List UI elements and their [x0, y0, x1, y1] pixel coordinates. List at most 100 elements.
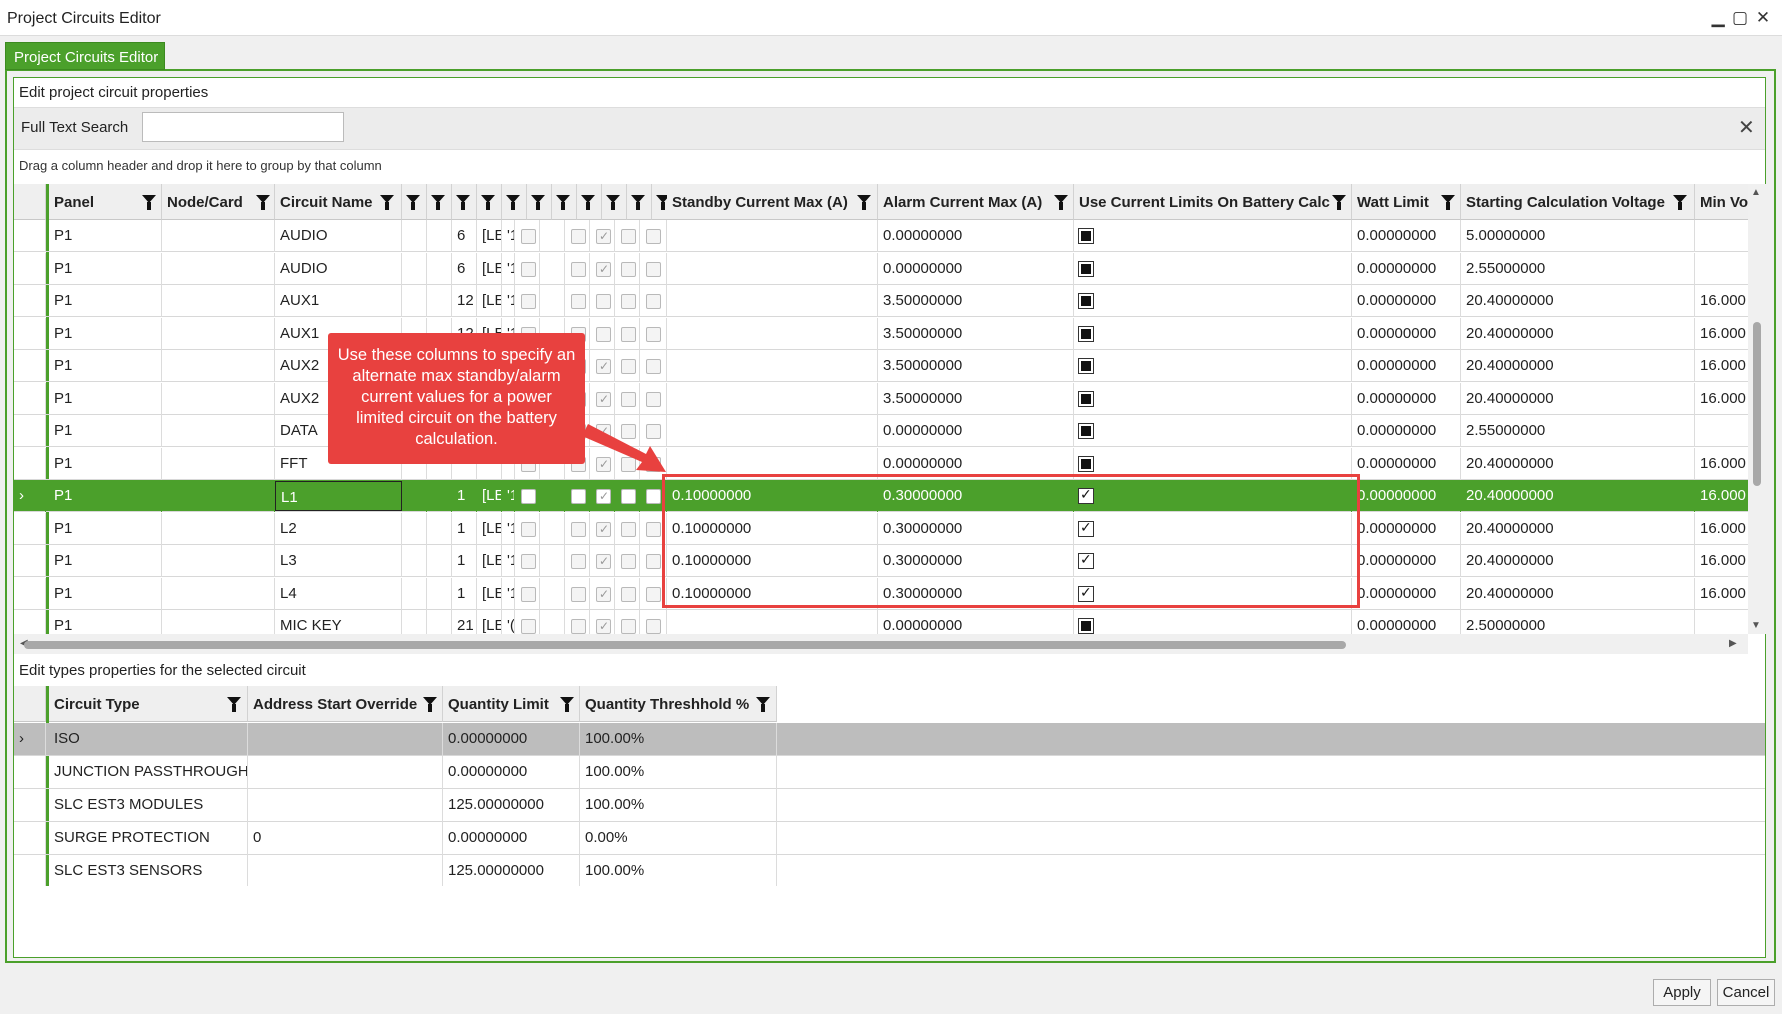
cell-min[interactable]: [1695, 253, 1748, 285]
indeterminate-checkbox[interactable]: [1078, 260, 1094, 277]
checkbox[interactable]: [571, 229, 586, 244]
cell-c2[interactable]: '1: [502, 220, 515, 252]
checkbox-cell[interactable]: [640, 220, 667, 252]
column-header-address-start[interactable]: Address Start Override: [248, 686, 443, 722]
circuit-type-row[interactable]: SLC EST3 MODULES 125.00000000 100.00%: [14, 789, 1765, 822]
checkbox-cell[interactable]: [515, 480, 540, 512]
filter-icon[interactable]: [606, 195, 620, 210]
cell[interactable]: [162, 447, 275, 480]
cell-addr[interactable]: [248, 855, 443, 886]
cell[interactable]: [162, 545, 275, 577]
cell[interactable]: [540, 577, 565, 610]
checkbox[interactable]: [646, 586, 661, 602]
cell-c2[interactable]: '1: [502, 512, 515, 545]
filter-icon[interactable]: [756, 697, 770, 712]
row-indicator[interactable]: ›: [14, 480, 46, 512]
indeterminate-checkbox[interactable]: [1078, 228, 1094, 244]
cell-type[interactable]: SLC EST3 SENSORS: [49, 855, 248, 886]
cell[interactable]: [427, 577, 452, 610]
circuit-row[interactable]: P1 AUX2 ✓ 3.50000000 0.00000000 20.40000000 16…: [14, 382, 1748, 415]
row-indicator[interactable]: [14, 415, 46, 447]
row-indicator[interactable]: [14, 545, 46, 577]
checkbox-cell[interactable]: [565, 285, 590, 317]
filter-icon[interactable]: [1441, 195, 1455, 210]
checkbox[interactable]: [521, 554, 536, 569]
cell-panel[interactable]: P1: [49, 220, 162, 252]
cell-c1[interactable]: [LE: [477, 545, 502, 577]
cell[interactable]: [540, 252, 565, 285]
cell-n[interactable]: 6: [452, 252, 477, 285]
column-header-node-card[interactable]: Node/Card: [162, 184, 275, 220]
filter-icon[interactable]: [142, 195, 156, 210]
checkbox-cell[interactable]: [515, 512, 540, 545]
row-indicator[interactable]: [14, 789, 46, 822]
checkbox-cell[interactable]: ✓: [590, 220, 615, 252]
checkbox[interactable]: ✓: [596, 391, 611, 407]
cell-min[interactable]: 16.000: [1695, 545, 1748, 577]
cell-alarm[interactable]: 3.50000000: [878, 317, 1074, 350]
cell-start[interactable]: 20.40000000: [1461, 317, 1695, 350]
cell-min[interactable]: 16.000: [1695, 383, 1748, 415]
circuit-row[interactable]: P1AUDIO6[LE'1✓0.000000000.000000005.0000…: [14, 220, 1748, 252]
filter-icon[interactable]: [560, 697, 574, 712]
checkbox[interactable]: [646, 294, 661, 309]
cell-qty[interactable]: 125.00000000: [443, 789, 580, 822]
cell-c1[interactable]: [LE: [477, 220, 502, 252]
cell[interactable]: [427, 610, 452, 634]
cell-panel[interactable]: P1: [49, 350, 162, 382]
checkbox-cell[interactable]: ✓: [590, 382, 615, 415]
checkbox-cell[interactable]: [515, 285, 540, 317]
checkbox[interactable]: [646, 489, 661, 504]
cell-panel[interactable]: P1: [49, 512, 162, 545]
column-header-hidden[interactable]: [577, 184, 602, 220]
filter-icon[interactable]: [456, 195, 470, 210]
cell-alarm[interactable]: 3.50000000: [878, 350, 1074, 382]
checkbox[interactable]: [571, 586, 586, 602]
cell-circuit[interactable]: AUX1: [275, 285, 402, 317]
row-indicator[interactable]: [14, 577, 46, 610]
cell-alarm[interactable]: 0.00000000: [878, 415, 1074, 447]
cell[interactable]: [402, 480, 427, 512]
maximize-button[interactable]: ▢: [1730, 8, 1750, 28]
cell-start[interactable]: 20.40000000: [1461, 447, 1695, 480]
column-header-standby-current[interactable]: Standby Current Max (A): [667, 184, 878, 220]
cell[interactable]: [162, 285, 275, 317]
cell-panel[interactable]: P1: [49, 415, 162, 447]
cell[interactable]: [540, 610, 565, 634]
checkbox[interactable]: [621, 554, 636, 569]
cell-panel[interactable]: P1: [49, 252, 162, 285]
use-current-limits-checkbox-cell[interactable]: [1074, 285, 1352, 317]
cell-circuit[interactable]: AUDIO: [275, 252, 402, 285]
row-indicator[interactable]: [14, 447, 46, 480]
checkbox-cell[interactable]: [615, 317, 640, 350]
tab-project-circuits-editor[interactable]: Project Circuits Editor: [5, 42, 165, 70]
cell-standby[interactable]: [667, 252, 878, 285]
cell[interactable]: [162, 220, 275, 252]
apply-button[interactable]: Apply: [1653, 979, 1711, 1006]
checkbox[interactable]: [646, 521, 661, 537]
cell-panel[interactable]: P1: [49, 577, 162, 610]
cell-c1[interactable]: [LE: [477, 252, 502, 285]
use-current-limits-checkbox-cell[interactable]: [1074, 382, 1352, 415]
cell-min[interactable]: 16.000: [1695, 285, 1748, 317]
cell-panel[interactable]: P1: [49, 447, 162, 480]
row-indicator[interactable]: [14, 822, 46, 855]
use-current-limits-checkbox-cell[interactable]: [1074, 252, 1352, 285]
checkbox[interactable]: ✓: [596, 586, 611, 602]
cell-start[interactable]: 20.40000000: [1461, 512, 1695, 545]
column-header-circuit-name[interactable]: Circuit Name: [275, 184, 402, 220]
cell-thr[interactable]: 100.00%: [580, 855, 777, 886]
checkbox-cell[interactable]: [565, 545, 590, 577]
row-indicator[interactable]: [14, 350, 46, 382]
cell[interactable]: [427, 512, 452, 545]
checkbox-cell[interactable]: [615, 577, 640, 610]
checkbox[interactable]: [621, 326, 636, 342]
filter-icon[interactable]: [431, 195, 445, 210]
column-header-hidden[interactable]: [502, 184, 527, 220]
checkbox[interactable]: [571, 489, 586, 504]
checkbox[interactable]: [646, 229, 661, 244]
cell-circuit[interactable]: L1: [275, 481, 402, 511]
checkbox-cell[interactable]: [565, 512, 590, 545]
cell-n[interactable]: 1: [452, 480, 477, 512]
checkbox-cell[interactable]: [515, 220, 540, 252]
